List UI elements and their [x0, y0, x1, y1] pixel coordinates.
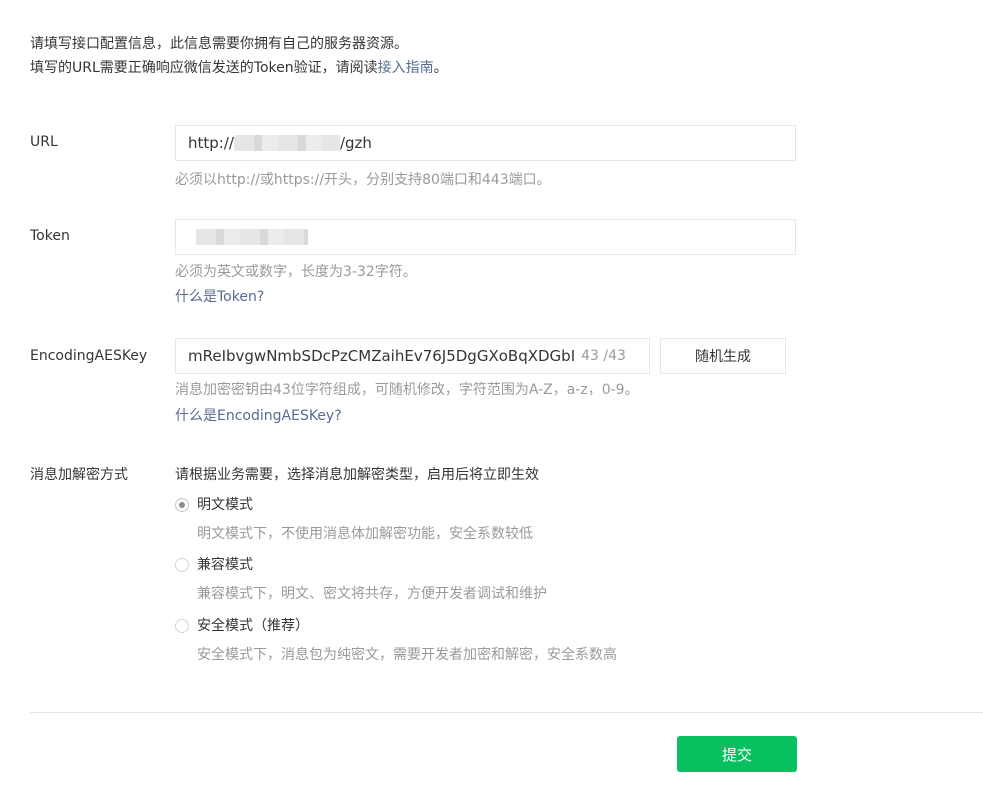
intro-text: 请填写接口配置信息，此信息需要你拥有自己的服务器资源。 填写的URL需要正确响应… — [30, 32, 448, 80]
radio-unchecked-icon[interactable] — [175, 558, 189, 572]
aes-label: EncodingAESKey — [30, 348, 148, 364]
aes-input[interactable]: mReIbvgwNmbSDcPzCMZaihEv76J5DgGXoBqXDGbI… — [175, 338, 650, 374]
url-value-suffix: /gzh — [339, 134, 372, 152]
intro-line-1: 请填写接口配置信息，此信息需要你拥有自己的服务器资源。 — [30, 36, 408, 52]
redacted-mask — [233, 135, 340, 151]
intro-line-2-suffix: 。 — [433, 60, 448, 76]
radio-label: 安全模式（推荐） — [197, 618, 309, 634]
radio-hint: 安全模式下，消息包为纯密文，需要开发者加密和解密，安全系数高 — [197, 647, 617, 663]
url-hint: 必须以http://或https://开头，分别支持80端口和443端口。 — [175, 172, 551, 188]
radio-hint: 兼容模式下，明文、密文将共存，方便开发者调试和维护 — [197, 586, 547, 602]
token-input[interactable] — [175, 219, 796, 255]
aes-value: mReIbvgwNmbSDcPzCMZaihEv76J5DgGXoBqXDGbI — [188, 347, 576, 365]
radio-secure-mode[interactable]: 安全模式（推荐） — [175, 616, 309, 636]
what-is-aes-link[interactable]: 什么是EncodingAESKey? — [175, 406, 342, 426]
submit-button[interactable]: 提交 — [677, 736, 797, 772]
radio-hint: 明文模式下，不使用消息体加解密功能，安全系数较低 — [197, 526, 533, 542]
encryption-label: 消息加解密方式 — [30, 467, 128, 483]
radio-label: 明文模式 — [197, 497, 253, 513]
intro-line-2: 填写的URL需要正确响应微信发送的Token验证，请阅读接入指南。 — [30, 56, 448, 80]
url-value-prefix: http:// — [188, 134, 234, 152]
generate-random-button[interactable]: 随机生成 — [660, 338, 786, 374]
footer-divider — [30, 712, 983, 713]
encryption-description: 请根据业务需要，选择消息加解密类型，启用后将立即生效 — [175, 467, 539, 483]
radio-unchecked-icon[interactable] — [175, 619, 189, 633]
aes-hint: 消息加密密钥由43位字符组成，可随机修改，字符范围为A-Z，a-z，0-9。 — [175, 382, 639, 398]
what-is-token-link[interactable]: 什么是Token? — [175, 287, 264, 307]
radio-checked-icon[interactable] — [175, 498, 189, 512]
aes-char-counter: 43 /43 — [581, 348, 626, 364]
token-hint: 必须为英文或数字，长度为3-32字符。 — [175, 264, 417, 280]
access-guide-link[interactable]: 接入指南 — [378, 60, 434, 76]
radio-plaintext-mode[interactable]: 明文模式 — [175, 495, 253, 515]
token-label: Token — [30, 228, 70, 244]
url-label: URL — [30, 134, 58, 150]
redacted-mask — [196, 229, 308, 245]
radio-compatible-mode[interactable]: 兼容模式 — [175, 555, 253, 575]
url-input[interactable]: http:// /gzh — [175, 125, 796, 161]
intro-line-2-prefix: 填写的URL需要正确响应微信发送的Token验证，请阅读 — [30, 60, 378, 76]
radio-label: 兼容模式 — [197, 557, 253, 573]
